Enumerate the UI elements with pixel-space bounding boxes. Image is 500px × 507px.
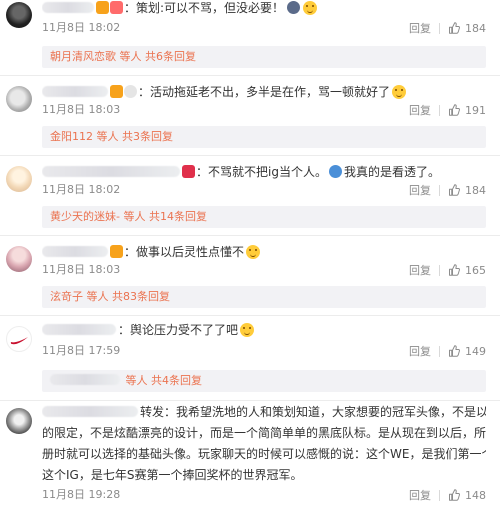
divider <box>0 75 500 76</box>
divider <box>439 489 440 501</box>
avatar[interactable] <box>6 246 32 272</box>
like-icon[interactable] <box>448 264 460 276</box>
smile-emoji-icon <box>303 1 318 15</box>
comment-content: ：活动拖延老不出，多半是在作，骂一顿就好了 <box>42 82 486 103</box>
like-count: 191 <box>465 103 486 117</box>
character-emoji-icon <box>287 1 301 14</box>
sub-reply-count[interactable]: 等人 共6条回复 <box>120 50 197 63</box>
sub-reply-count[interactable]: 等人 共83条回复 <box>87 290 171 303</box>
sub-reply-user[interactable]: 金阳112 <box>50 130 93 143</box>
divider <box>439 104 440 116</box>
comment-text: 活动拖延老不出，多半是在作，骂一顿就好了 <box>150 85 391 99</box>
repost-label: 转发 <box>140 405 165 419</box>
like-count: 184 <box>465 183 486 197</box>
comment-time: 11月8日 18:02 <box>42 21 121 34</box>
laugh-emoji-icon <box>392 85 407 99</box>
username[interactable] <box>42 406 138 417</box>
reply-button[interactable]: 回复 <box>409 487 431 503</box>
comment-content: ：策划:可以不骂，但没必要！ <box>42 0 486 19</box>
sub-replies[interactable]: 泫竒子 等人 共83条回复 <box>42 286 486 308</box>
comment-text-line-3: 册时就可以选择的基础头像。玩家聊天的时候可以感慨的说：这个WE，是我们第一个世界… <box>42 447 486 461</box>
divider <box>439 345 440 357</box>
like-count: 184 <box>465 21 486 35</box>
comment-item: ：做事以后灵性点懂不 11月8日 18:03 回复 165 泫竒子 等人 共83… <box>0 240 500 308</box>
like-icon[interactable] <box>448 22 460 34</box>
like-icon[interactable] <box>448 345 460 357</box>
like-count: 148 <box>465 488 486 502</box>
sub-reply-user[interactable]: 泫竒子 <box>50 290 83 303</box>
comment-text: 舆论压力受不了了吧 <box>130 323 239 337</box>
divider <box>0 400 500 401</box>
sub-reply-count[interactable]: 等人 共3条回复 <box>97 130 174 143</box>
reply-button[interactable]: 回复 <box>409 102 431 118</box>
comment-item: 转发：我希望洗地的人和策划知道，大家想要的冠军头像，不是以后买不到 的限定，不是… <box>0 402 500 507</box>
swoosh-logo-icon <box>10 337 28 345</box>
username[interactable] <box>42 246 108 257</box>
comment-item: ：策划:可以不骂，但没必要！ 11月8日 18:02 回复 184 朝月清风恋歌… <box>0 0 500 68</box>
comment-item: ：活动拖延老不出，多半是在作，骂一顿就好了 11月8日 18:03 回复 191… <box>0 80 500 148</box>
like-icon[interactable] <box>448 104 460 116</box>
divider <box>439 264 440 276</box>
like-count: 149 <box>465 344 486 358</box>
wink-emoji-icon <box>240 323 255 337</box>
sub-reply-user[interactable]: 黄少天的迷妹- <box>50 210 120 223</box>
sub-replies[interactable]: 金阳112 等人 共3条回复 <box>42 126 486 148</box>
divider <box>0 235 500 236</box>
sub-reply-user[interactable]: 朝月清风恋歌 <box>50 50 116 63</box>
comment-text: 不骂就不把ig当个人。 <box>208 165 327 179</box>
avatar[interactable] <box>6 166 32 192</box>
vip-badge-icon <box>110 245 123 258</box>
comment-content: 转发：我希望洗地的人和策划知道，大家想要的冠军头像，不是以后买不到 <box>42 402 486 423</box>
comment-text-continued: 我真的是看透了。 <box>343 165 440 179</box>
divider <box>439 184 440 196</box>
reply-button[interactable]: 回复 <box>409 343 431 359</box>
divider <box>0 155 500 156</box>
comment-text-line-2: 的限定，不是炫酷漂亮的设计，而是一个简简单单的黑底队标。是从现在到以后，所有新玩… <box>42 426 486 440</box>
sub-reply-user[interactable] <box>50 374 120 385</box>
comment-time: 11月8日 17:59 <box>42 344 121 357</box>
like-icon[interactable] <box>448 489 460 501</box>
username[interactable] <box>42 2 94 13</box>
comment-item: ：舆论压力受不了了吧 11月8日 17:59 回复 149 等人 共4条回复 <box>0 318 500 398</box>
comment-content: ：舆论压力受不了了吧 <box>42 320 486 341</box>
comment-content: ：做事以后灵性点懂不 <box>42 242 486 263</box>
divider <box>439 22 440 34</box>
comment-item: ：不骂就不把ig当个人。 我真的是看透了。 11月8日 18:02 回复 184 … <box>0 160 500 228</box>
like-icon[interactable] <box>448 184 460 196</box>
vip-badge-icon <box>110 85 123 98</box>
username[interactable] <box>42 324 116 335</box>
reply-button[interactable]: 回复 <box>409 182 431 198</box>
comment-time: 11月8日 18:03 <box>42 103 121 116</box>
username[interactable] <box>42 86 108 97</box>
username[interactable] <box>42 166 180 177</box>
character-emoji-icon <box>328 165 342 178</box>
sub-reply-count[interactable]: 等人 共4条回复 <box>126 374 203 387</box>
level-badge-icon <box>110 1 123 14</box>
sub-replies[interactable]: 等人 共4条回复 <box>42 370 486 392</box>
reply-button[interactable]: 回复 <box>409 262 431 278</box>
avatar[interactable] <box>6 2 32 28</box>
reply-button[interactable]: 回复 <box>409 20 431 36</box>
like-count: 165 <box>465 263 486 277</box>
comment-time: 11月8日 19:28 <box>42 488 121 501</box>
avatar[interactable] <box>6 326 32 352</box>
wink-emoji-icon <box>246 245 261 259</box>
panda-emoji-icon <box>124 85 137 98</box>
comment-text: 策划:可以不骂，但没必要！ <box>136 1 285 15</box>
sub-replies[interactable]: 黄少天的迷妹- 等人 共14条回复 <box>42 206 486 228</box>
comment-text: 做事以后灵性点懂不 <box>136 245 245 259</box>
sub-replies[interactable]: 朝月清风恋歌 等人 共6条回复 <box>42 46 486 68</box>
comment-content: ：不骂就不把ig当个人。 我真的是看透了。 <box>42 162 486 183</box>
comment-time: 11月8日 18:02 <box>42 183 121 196</box>
vip-badge-icon <box>182 165 195 178</box>
comment-text-line-1: 我希望洗地的人和策划知道，大家想要的冠军头像，不是以后买不到 <box>176 405 486 419</box>
divider <box>0 315 500 316</box>
comment-text-line-4: 这个IG，是七年S赛第一个捧回奖杯的世界冠军。 <box>42 468 303 482</box>
vip-badge-icon <box>96 1 109 14</box>
sub-reply-count[interactable]: 等人 共14条回复 <box>123 210 207 223</box>
avatar[interactable] <box>6 86 32 112</box>
comment-time: 11月8日 18:03 <box>42 263 121 276</box>
